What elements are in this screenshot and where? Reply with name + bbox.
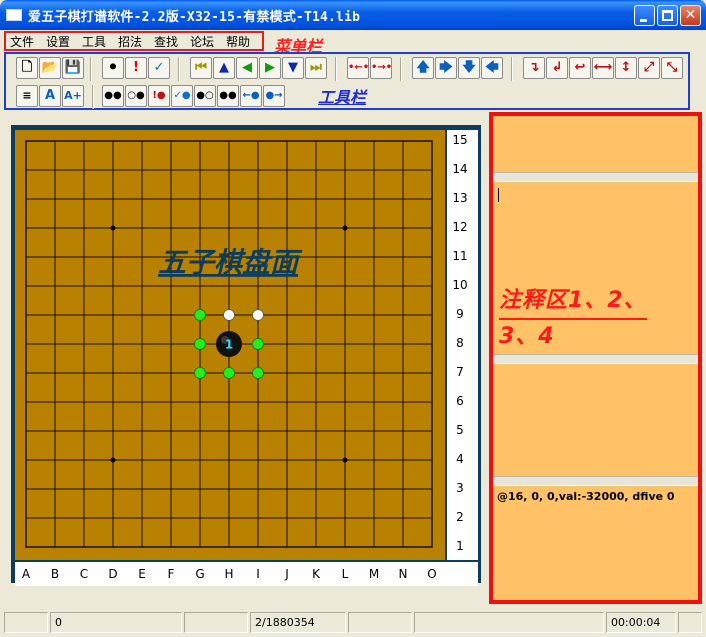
status-cell-4: [348, 612, 412, 633]
annotation-title-line2: 3、4: [499, 320, 555, 356]
column-label: B: [50, 567, 60, 581]
column-label: K: [312, 567, 320, 581]
candidate-move-mark: [194, 367, 206, 379]
row-label: 15: [452, 133, 468, 147]
star-point: [110, 457, 116, 463]
column-label: M: [368, 567, 380, 581]
status-cell-3: 2/1880354: [250, 612, 346, 633]
row-label: 9: [456, 307, 464, 321]
row-label: 10: [452, 278, 468, 292]
column-label: E: [138, 567, 146, 581]
row-label: 6: [456, 394, 464, 408]
row-label: 4: [456, 452, 464, 466]
star-point: [342, 225, 348, 231]
annotation-divider-1: [493, 172, 698, 182]
status-cell-1: 0: [50, 612, 182, 633]
row-label: 7: [456, 365, 464, 379]
column-label: G: [195, 567, 205, 581]
status-cell-5: [414, 612, 604, 633]
column-label: L: [341, 567, 349, 581]
column-label: I: [256, 567, 260, 581]
star-point: [110, 225, 116, 231]
column-label: O: [427, 567, 437, 581]
status-cell-6: 00:00:04: [606, 612, 676, 633]
annotation-divider-2: [493, 354, 698, 364]
row-label: 14: [452, 162, 468, 176]
row-label: 5: [456, 423, 464, 437]
row-label: 1: [456, 539, 464, 553]
candidate-move-mark: [252, 338, 264, 350]
annotation-title-line1: 注释区1、2、: [499, 284, 647, 320]
row-label: 2: [456, 510, 464, 524]
column-label: J: [285, 567, 289, 581]
column-label: F: [167, 567, 175, 581]
candidate-move-mark: [252, 367, 264, 379]
annotation-title: 注释区1、2、 3、4: [499, 284, 695, 356]
engine-status-text: @16, 0, 0,val:-32000, dfive 0: [497, 490, 675, 503]
row-label: 8: [456, 336, 464, 350]
stones: 1: [216, 331, 242, 357]
star-point: [342, 457, 348, 463]
status-cell-2: [184, 612, 248, 633]
candidate-move-mark: [194, 338, 206, 350]
board-annotation: 五子棋盘面: [158, 246, 303, 279]
black-stone: 1: [216, 331, 242, 357]
status-cell-0: [4, 612, 48, 633]
move-number: 1: [225, 338, 233, 352]
candidate-move-mark: [223, 367, 235, 379]
white-move-mark: [223, 309, 235, 321]
status-bar: 0 2/1880354 00:00:04: [4, 612, 702, 633]
row-label: 3: [456, 481, 464, 495]
row-label: 11: [452, 249, 468, 263]
annotation-area: 注释区1、2、 3、4 @16, 0, 0,val:-32000, dfive …: [489, 112, 702, 604]
white-move-mark: [252, 309, 264, 321]
column-label: D: [108, 567, 118, 581]
status-cell-7: [678, 612, 702, 633]
column-label: A: [21, 567, 31, 581]
column-label: H: [224, 567, 234, 581]
row-label: 12: [452, 220, 468, 234]
column-label: N: [398, 567, 408, 581]
annotation-divider-3: [493, 476, 698, 486]
candidate-move-mark: [194, 309, 206, 321]
column-label: C: [79, 567, 89, 581]
text-cursor: [498, 188, 499, 202]
row-label: 13: [452, 191, 468, 205]
